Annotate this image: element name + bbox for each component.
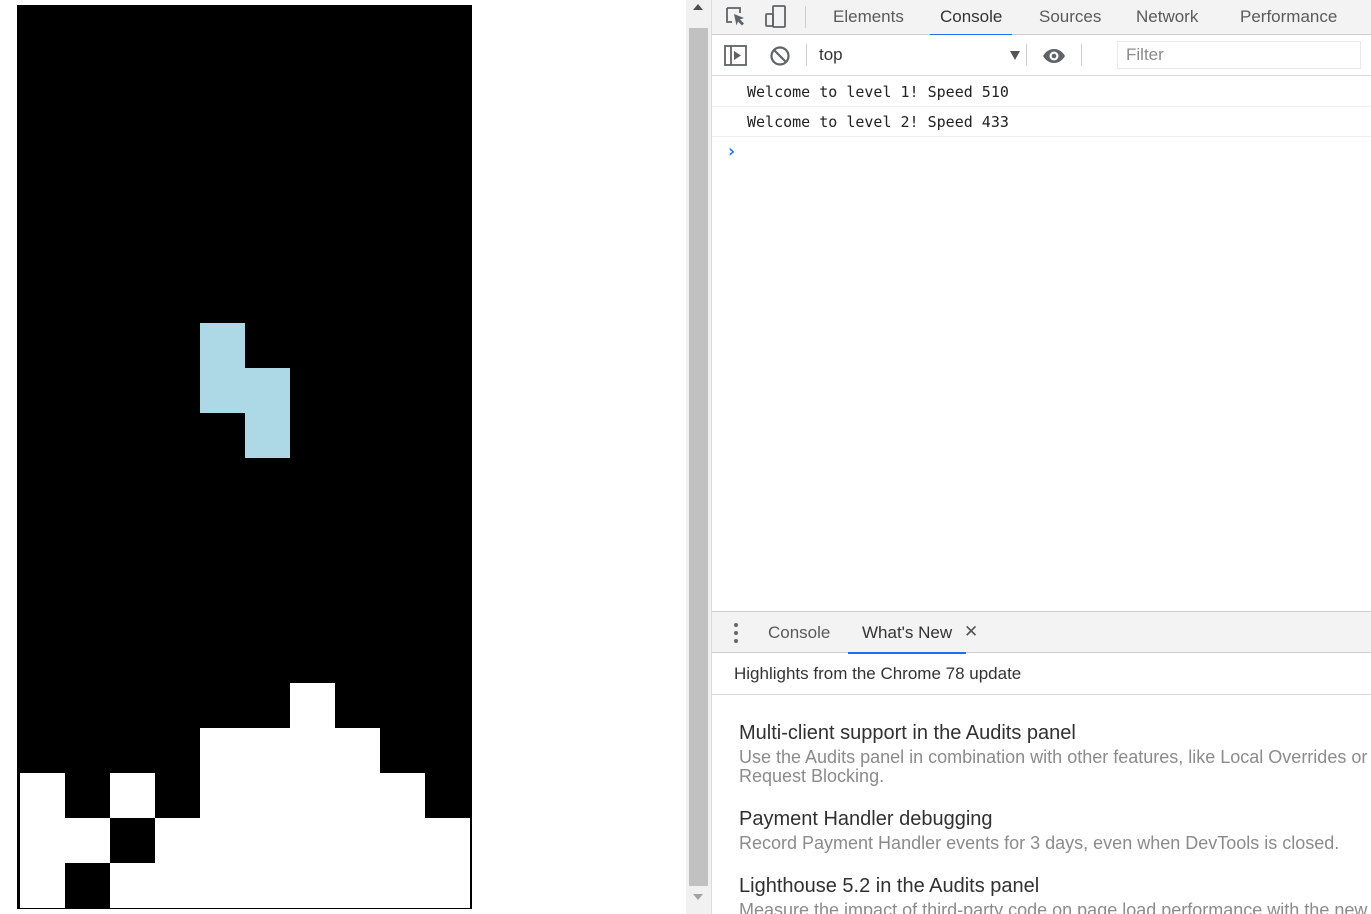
active-piece-block bbox=[245, 413, 290, 458]
console-toolbar-divider bbox=[1081, 44, 1082, 66]
locked-block bbox=[245, 728, 290, 773]
locked-block bbox=[245, 773, 290, 818]
locked-block bbox=[290, 818, 335, 863]
console-message: Welcome to level 2! Speed 433 bbox=[712, 107, 1371, 137]
locked-block bbox=[335, 773, 380, 818]
tab-sources[interactable]: Sources bbox=[1039, 0, 1101, 35]
locked-block bbox=[20, 773, 65, 818]
release-note-item[interactable]: Payment Handler debugging Record Payment… bbox=[739, 808, 1371, 853]
devtools-toolbar: Elements Console Sources Network Perform… bbox=[712, 0, 1371, 36]
scroll-up-arrow-icon[interactable] bbox=[693, 4, 703, 10]
live-expression-icon[interactable] bbox=[1042, 44, 1066, 68]
filter-input[interactable] bbox=[1117, 41, 1361, 69]
tab-performance[interactable]: Performance bbox=[1240, 0, 1337, 35]
locked-block bbox=[335, 818, 380, 863]
console-message: Welcome to level 1! Speed 510 bbox=[712, 77, 1371, 107]
show-sidebar-icon[interactable] bbox=[724, 44, 748, 68]
tab-console[interactable]: Console bbox=[929, 0, 1013, 36]
locked-block bbox=[110, 863, 155, 908]
drawer-tabbar: Console What's New ✕ bbox=[712, 612, 1371, 654]
tab-network[interactable]: Network bbox=[1136, 0, 1198, 35]
console-output[interactable]: Welcome to level 1! Speed 510 Welcome to… bbox=[712, 77, 1371, 611]
locked-block bbox=[425, 863, 470, 908]
clear-console-icon[interactable] bbox=[768, 44, 792, 68]
active-piece-block bbox=[200, 368, 245, 413]
tetris-board bbox=[17, 5, 472, 909]
locked-block bbox=[425, 818, 470, 863]
release-note-description: Measure the impact of third-party code o… bbox=[739, 900, 1368, 914]
context-selector[interactable]: top bbox=[819, 41, 1024, 69]
inspect-element-icon[interactable] bbox=[724, 5, 748, 29]
locked-block bbox=[20, 818, 65, 863]
release-note-item[interactable]: Lighthouse 5.2 in the Audits panel Measu… bbox=[739, 875, 1371, 914]
locked-block bbox=[380, 818, 425, 863]
active-piece-block bbox=[200, 323, 245, 368]
tab-elements[interactable]: Elements bbox=[833, 0, 904, 35]
context-selector-value: top bbox=[819, 45, 843, 64]
scrollbar-thumb[interactable] bbox=[689, 28, 708, 886]
console-toolbar-divider bbox=[806, 44, 807, 66]
locked-block bbox=[335, 863, 380, 908]
release-note-description: Use the Audits panel in combination with… bbox=[739, 747, 1368, 786]
locked-block bbox=[380, 773, 425, 818]
release-note-item[interactable]: Multi-client support in the Audits panel… bbox=[739, 722, 1371, 786]
locked-block bbox=[290, 863, 335, 908]
close-icon[interactable]: ✕ bbox=[964, 612, 978, 653]
locked-block bbox=[380, 863, 425, 908]
locked-block bbox=[155, 818, 200, 863]
devtools-panel: Elements Console Sources Network Perform… bbox=[686, 0, 1371, 914]
console-prompt-icon[interactable]: › bbox=[726, 141, 737, 162]
kebab-menu-icon[interactable] bbox=[734, 623, 738, 643]
release-note-description: Record Payment Handler events for 3 days… bbox=[739, 833, 1340, 853]
release-note-title: Lighthouse 5.2 in the Audits panel bbox=[739, 875, 1040, 897]
locked-block bbox=[200, 773, 245, 818]
release-note-title: Payment Handler debugging bbox=[739, 808, 993, 830]
console-toolbar: top bbox=[712, 35, 1371, 76]
locked-block bbox=[245, 863, 290, 908]
vertical-scrollbar[interactable] bbox=[686, 0, 712, 914]
chevron-down-icon bbox=[1010, 51, 1020, 60]
toolbar-divider bbox=[805, 6, 806, 28]
locked-block bbox=[65, 818, 110, 863]
active-piece-block bbox=[245, 368, 290, 413]
locked-block bbox=[200, 728, 245, 773]
drawer-tab-console[interactable]: Console bbox=[768, 612, 830, 653]
devtools-main: Elements Console Sources Network Perform… bbox=[712, 0, 1371, 914]
devtools-drawer: Console What's New ✕ Highlights from the… bbox=[712, 611, 1371, 914]
locked-block bbox=[200, 818, 245, 863]
locked-block bbox=[290, 728, 335, 773]
locked-block bbox=[290, 773, 335, 818]
console-toolbar-divider bbox=[1026, 44, 1027, 66]
locked-block bbox=[290, 683, 335, 728]
locked-block bbox=[155, 863, 200, 908]
locked-block bbox=[200, 863, 245, 908]
device-toolbar-icon[interactable] bbox=[764, 5, 788, 29]
scroll-down-arrow-icon[interactable] bbox=[693, 894, 703, 900]
locked-block bbox=[335, 728, 380, 773]
release-note-title: Multi-client support in the Audits panel bbox=[739, 722, 1076, 744]
drawer-tab-whats-new[interactable]: What's New bbox=[847, 612, 967, 654]
locked-block bbox=[245, 818, 290, 863]
release-header: Highlights from the Chrome 78 update bbox=[712, 653, 1371, 695]
locked-block bbox=[20, 863, 65, 908]
locked-block bbox=[110, 773, 155, 818]
